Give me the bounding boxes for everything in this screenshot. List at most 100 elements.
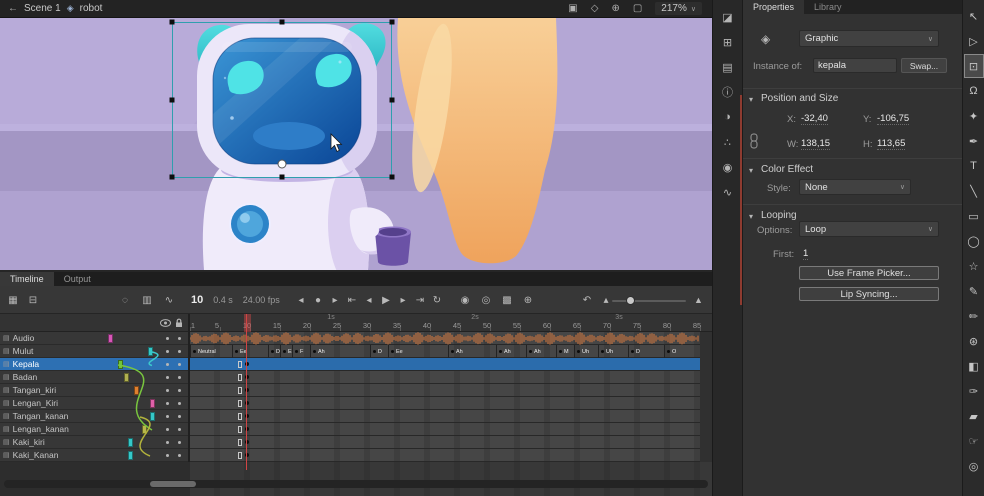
zoom-out-icon[interactable]: ▴	[601, 295, 611, 306]
layer-color-swatch[interactable]	[108, 334, 113, 343]
layer-visibility-dot[interactable]	[166, 350, 169, 353]
rectangle-tool-icon[interactable]: ▭	[964, 204, 984, 228]
layer-row-kaki_kanan[interactable]: ▤Kaki_Kanan	[0, 449, 188, 462]
layer-color-swatch[interactable]	[118, 360, 123, 369]
graph-editor-icon[interactable]: ∿	[164, 295, 174, 306]
eye-column-icon[interactable]	[160, 319, 171, 327]
layer-visibility-dot[interactable]	[166, 363, 169, 366]
layer-lock-dot[interactable]	[178, 389, 181, 392]
layer-visibility-dot[interactable]	[166, 376, 169, 379]
pencil-tool-icon[interactable]: ✎	[964, 279, 984, 303]
pen-tool-icon[interactable]: ✒	[964, 129, 984, 153]
x-value[interactable]: -32,40	[801, 113, 828, 125]
paint-bucket-tool-icon[interactable]: ◧	[964, 354, 984, 378]
layer-lock-dot[interactable]	[178, 376, 181, 379]
next-keyframe-icon[interactable]: ▸	[330, 295, 340, 306]
layer-row-audio[interactable]: ▤Audio	[0, 332, 188, 345]
reset-zoom-icon[interactable]: ↶	[582, 295, 592, 306]
transform-point[interactable]	[278, 160, 286, 168]
frame-row-audio[interactable]	[190, 332, 700, 345]
position-size-header[interactable]: Position and Size	[761, 93, 838, 104]
layer-lock-dot[interactable]	[178, 415, 181, 418]
insert-frame-icon[interactable]: ▦	[8, 295, 18, 306]
layer-row-kepala[interactable]: ▤Kepala	[0, 358, 188, 371]
layer-visibility-dot[interactable]	[166, 337, 169, 340]
play-icon[interactable]: ▶	[381, 295, 391, 306]
layer-color-swatch[interactable]	[142, 425, 147, 434]
use-frame-picker-button[interactable]: Use Frame Picker...	[799, 266, 939, 280]
tab-library[interactable]: Library	[804, 0, 852, 14]
last-frame-icon[interactable]: ⇥	[415, 295, 425, 306]
step-forward-icon[interactable]: ▸	[398, 295, 408, 306]
tab-output[interactable]: Output	[54, 272, 101, 286]
timeline-zoom-knob[interactable]	[626, 296, 635, 305]
frame-row-tangan_kiri[interactable]	[190, 384, 700, 397]
graph-panel-icon[interactable]: ∿	[714, 181, 742, 203]
h-value[interactable]: 113,65	[877, 138, 905, 150]
style-dropdown[interactable]: None ∨	[799, 179, 911, 195]
layer-visibility-dot[interactable]	[166, 402, 169, 405]
layer-row-mulut[interactable]: ▤Mulut	[0, 345, 188, 358]
layer-visibility-dot[interactable]	[166, 415, 169, 418]
symbol-breadcrumb[interactable]: robot	[80, 3, 103, 14]
remove-frame-icon[interactable]: ⊟	[28, 295, 38, 306]
layer-visibility-dot[interactable]	[166, 389, 169, 392]
frame-grid-rows[interactable]: NeutralEeDEFAhDEeAhAhAhMUhUhDO	[190, 332, 712, 462]
onion-skin-marker-icon[interactable]: ◌	[120, 295, 130, 306]
clip-content-icon[interactable]: ▢	[633, 3, 642, 14]
edit-frame-range-icon[interactable]: ▩	[502, 295, 512, 306]
frame-row-kaki_kiri[interactable]	[190, 436, 700, 449]
align-panel-icon[interactable]: ⊞	[714, 31, 742, 53]
layer-color-swatch[interactable]	[134, 386, 139, 395]
layer-lock-dot[interactable]	[178, 350, 181, 353]
frame-row-mulut[interactable]: NeutralEeDEFAhDEeAhAhAhMUhUhDO	[190, 345, 700, 358]
swatches-panel-icon[interactable]: ◉	[714, 156, 742, 178]
frame-row-kepala[interactable]	[190, 358, 700, 371]
oval-tool-icon[interactable]: ◯	[964, 229, 984, 253]
timeline-zoom-slider[interactable]	[612, 300, 686, 302]
layer-visibility-dot[interactable]	[166, 454, 169, 457]
camera-icon[interactable]: ▣	[568, 3, 577, 14]
layer-color-swatch[interactable]	[150, 412, 155, 421]
text-tool-icon[interactable]: T	[964, 154, 984, 178]
edit-symbols-icon[interactable]: ◇	[591, 3, 599, 14]
layer-color-swatch[interactable]	[150, 399, 155, 408]
layer-row-tangan_kanan[interactable]: ▤Tangan_kanan	[0, 410, 188, 423]
back-icon[interactable]: ←	[8, 3, 18, 14]
frame-row-lengan_kanan[interactable]	[190, 423, 700, 436]
instance-name-field[interactable]	[813, 58, 897, 73]
layer-color-swatch[interactable]	[124, 373, 129, 382]
layer-lock-dot[interactable]	[178, 402, 181, 405]
zoom-control[interactable]: 217% ∨	[655, 2, 702, 15]
lasso-tool-icon[interactable]: Ω	[964, 79, 984, 103]
layer-lock-dot[interactable]	[178, 337, 181, 340]
layer-color-swatch[interactable]	[128, 451, 133, 460]
subselection-tool-icon[interactable]: ▷	[964, 29, 984, 53]
layer-lock-dot[interactable]	[178, 428, 181, 431]
stage[interactable]	[0, 18, 712, 270]
layer-row-lengan_kanan[interactable]: ▤Lengan_kanan	[0, 423, 188, 436]
hand-tool-icon[interactable]: ☞	[964, 429, 984, 453]
frame-row-tangan_kanan[interactable]	[190, 410, 700, 423]
layer-lock-dot[interactable]	[178, 441, 181, 444]
collapse-arrow-icon[interactable]: ▾	[749, 166, 753, 175]
link-dimensions-icon[interactable]	[748, 133, 760, 149]
layer-row-badan[interactable]: ▤Badan	[0, 371, 188, 384]
collapse-arrow-icon[interactable]: ▾	[749, 95, 753, 104]
selection-tool-icon[interactable]: ↖	[964, 4, 984, 28]
onion-skin-outlines-icon[interactable]: ◎	[481, 295, 491, 306]
polystar-tool-icon[interactable]: ☆	[964, 254, 984, 278]
layer-visibility-dot[interactable]	[166, 441, 169, 444]
prev-keyframe-icon[interactable]: ◂	[296, 295, 306, 306]
record-dot-icon[interactable]: ●	[313, 295, 323, 306]
color-panel-icon[interactable]: ◑	[714, 106, 742, 128]
brushes-panel-icon[interactable]: ∴	[714, 131, 742, 153]
info-panel-icon[interactable]: ⓘ	[714, 81, 742, 103]
symbol-type-dropdown[interactable]: Graphic ∨	[799, 30, 939, 47]
frame-rate[interactable]: 24.00 fps	[243, 295, 280, 305]
tab-timeline[interactable]: Timeline	[0, 272, 54, 286]
looping-header[interactable]: Looping	[761, 210, 797, 221]
zoom-tool-icon[interactable]: ◎	[964, 454, 984, 478]
paint-brush-tool-icon[interactable]: ✏	[964, 304, 984, 328]
asset-warp-tool-icon[interactable]: ⊛	[964, 329, 984, 353]
